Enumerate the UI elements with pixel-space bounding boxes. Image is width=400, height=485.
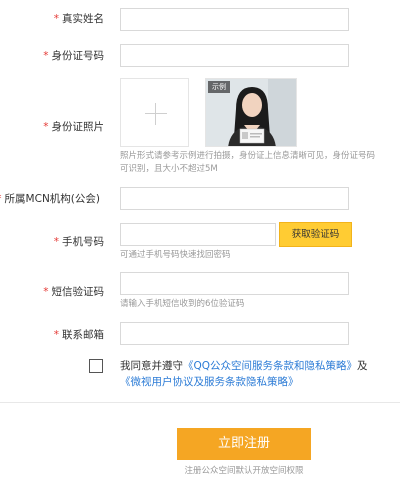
required-star: * [0,193,2,205]
id-number-input[interactable] [120,44,349,67]
sms-code-label: * 短信验证码 [43,286,104,298]
required-star: * [53,329,59,341]
phone-hint: 可通过手机号码快速找回密码 [120,250,231,260]
divider [0,402,400,403]
real-name-input[interactable] [120,8,349,31]
sms-code-input[interactable] [120,272,349,295]
required-star: * [43,121,49,133]
get-code-button[interactable]: 获取验证码 [279,222,352,247]
sms-code-hint: 请输入手机短信收到的6位验证码 [120,299,245,309]
phone-input[interactable] [120,223,276,246]
register-footnote: 注册公众空间默认开放空间权限 [184,466,304,476]
real-name-label: * 真实姓名 [53,13,104,25]
mcn-org-input[interactable] [120,187,349,210]
email-input[interactable] [120,322,349,345]
id-photo-sample: 示例 [205,78,297,147]
required-star: * [43,286,49,298]
qq-terms-link[interactable]: 《QQ公众空间服务条款和隐私策略》 [183,360,357,372]
mcn-org-label: *所属MCN机构(公会) [0,192,100,206]
agree-checkbox[interactable] [89,359,103,373]
id-number-label: * 身份证号码 [43,50,104,62]
sample-tag: 示例 [208,81,230,93]
plus-icon [145,113,167,114]
id-photo-hint: 照片形式请参考示例进行拍摄，身份证上信息清晰可见，身份证号码 可识别，且大小不超… [120,151,376,174]
phone-label: * 手机号码 [53,236,104,248]
id-photo-upload[interactable] [120,78,189,147]
plus-icon [155,103,156,125]
required-star: * [53,236,59,248]
required-star: * [53,13,59,25]
email-label: * 联系邮箱 [53,329,104,341]
required-star: * [43,50,49,62]
register-button[interactable]: 立即注册 [177,428,311,460]
agreement-text: 我同意并遵守《QQ公众空间服务条款和隐私策略》及 《微视用户协议及服务条款隐私策… [120,360,368,388]
id-photo-label: * 身份证照片 [43,121,104,133]
weishi-terms-link[interactable]: 《微视用户协议及服务条款隐私策略》 [120,376,299,388]
